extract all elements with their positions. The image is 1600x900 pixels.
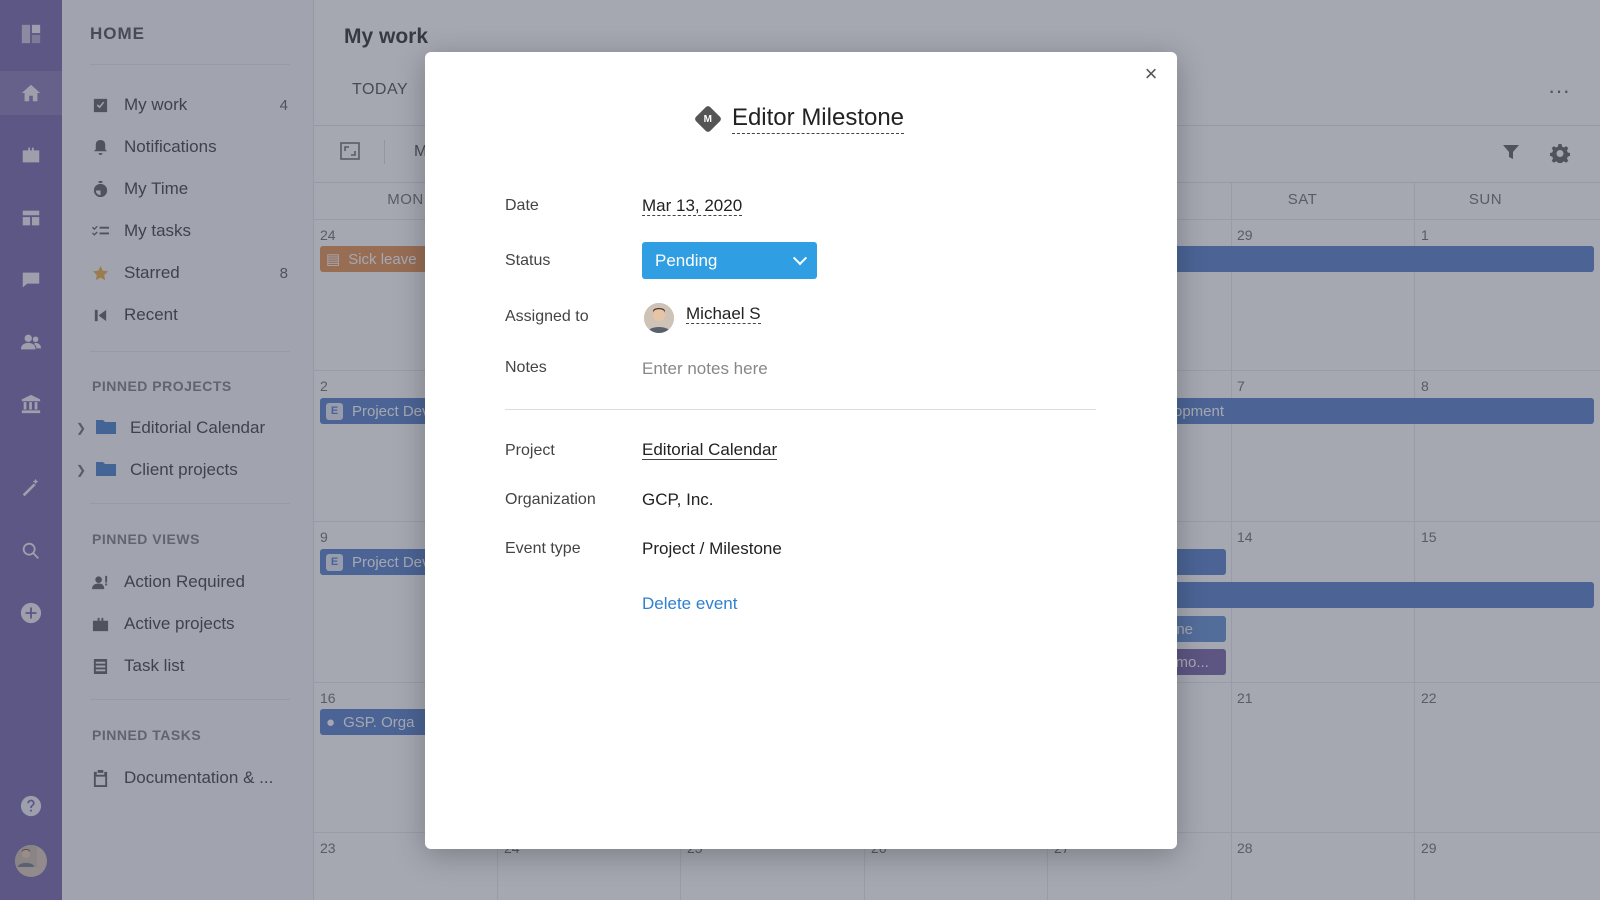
modal-title: M Editor Milestone bbox=[425, 104, 1177, 134]
divider bbox=[505, 409, 1096, 410]
event-detail-modal: × M Editor Milestone Date Mar 13, 2020 S… bbox=[425, 52, 1177, 849]
project-label: Project bbox=[505, 442, 555, 459]
status-dropdown[interactable]: Pending bbox=[642, 242, 817, 279]
event-type-label: Event type bbox=[505, 540, 581, 557]
event-title[interactable]: Editor Milestone bbox=[731, 104, 905, 134]
milestone-badge-letter: M bbox=[703, 113, 713, 125]
status-value: Pending bbox=[655, 250, 718, 270]
app-root: HOME My work 4 Notifications My Time My … bbox=[0, 0, 1600, 900]
event-type-value: Project / Milestone bbox=[642, 539, 782, 558]
delete-event-link[interactable]: Delete event bbox=[642, 594, 737, 614]
chevron-down-icon bbox=[792, 250, 808, 265]
assignee-name[interactable]: Michael S bbox=[686, 304, 761, 324]
assignee-avatar bbox=[644, 303, 674, 333]
notes-label: Notes bbox=[505, 359, 547, 376]
organization-label: Organization bbox=[505, 491, 596, 508]
close-icon[interactable]: × bbox=[1139, 61, 1163, 86]
date-value[interactable]: Mar 13, 2020 bbox=[642, 196, 743, 216]
status-label: Status bbox=[505, 252, 551, 269]
notes-input[interactable] bbox=[642, 354, 1082, 384]
assigned-to-label: Assigned to bbox=[505, 308, 589, 325]
date-label: Date bbox=[505, 197, 539, 214]
organization-value: GCP, Inc. bbox=[642, 490, 714, 509]
milestone-diamond-icon: M bbox=[693, 104, 723, 134]
project-link[interactable]: Editorial Calendar bbox=[642, 440, 778, 460]
